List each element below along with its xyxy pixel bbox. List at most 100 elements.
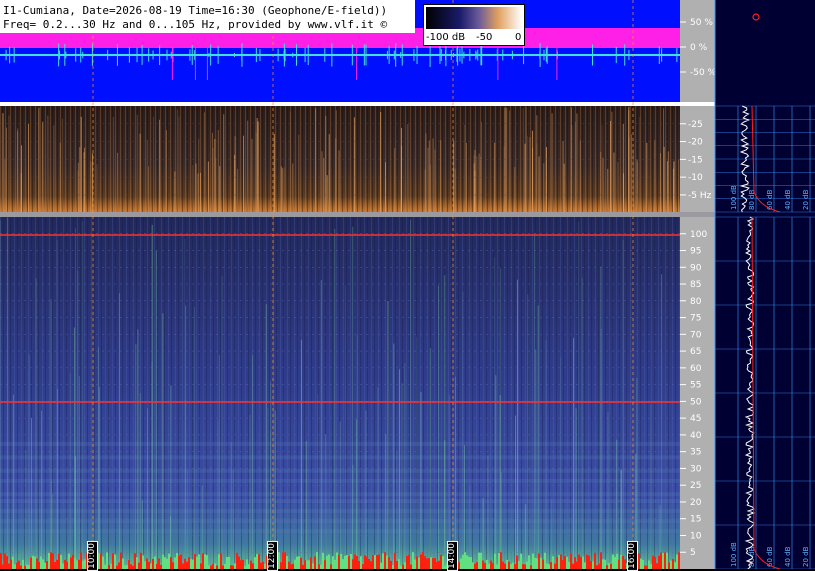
main-bottom-noise bbox=[380, 562, 382, 569]
main-bottom-noise bbox=[234, 563, 236, 569]
main-tick-label: 75 bbox=[690, 314, 701, 324]
main-bottom-noise bbox=[646, 565, 648, 569]
main-bottom-noise bbox=[420, 554, 422, 569]
main-bottom-noise bbox=[676, 554, 678, 569]
main-bottom-noise bbox=[102, 556, 104, 569]
main-bottom-noise bbox=[278, 552, 280, 569]
main-spectrogram-bottom-noise bbox=[0, 552, 680, 569]
main-bottom-noise bbox=[200, 563, 202, 569]
main-bottom-noise bbox=[264, 564, 266, 569]
main-bottom-noise bbox=[284, 552, 286, 569]
side-tick-label: 80 dB bbox=[748, 189, 756, 210]
side-panel-background bbox=[715, 0, 815, 569]
main-bottom-noise bbox=[570, 553, 572, 569]
main-bottom-noise bbox=[430, 557, 432, 569]
main-bottom-noise bbox=[578, 554, 580, 569]
main-bottom-noise bbox=[462, 554, 464, 569]
main-bottom-noise bbox=[288, 561, 290, 569]
main-bottom-noise bbox=[620, 554, 622, 569]
main-bottom-noise bbox=[172, 562, 174, 569]
main-bottom-noise bbox=[48, 552, 50, 569]
scale-label-mid: -50 bbox=[476, 32, 493, 43]
main-tick-label: 80 bbox=[690, 297, 702, 307]
main-bottom-noise bbox=[512, 562, 514, 569]
main-bottom-noise bbox=[466, 555, 468, 569]
main-bottom-noise bbox=[406, 555, 408, 569]
header-line-2: Freq= 0.2...30 Hz and 0...105 Hz, provid… bbox=[3, 18, 388, 31]
main-tick-label: 85 bbox=[690, 280, 701, 290]
time-label-1200: 12:00 bbox=[267, 541, 278, 571]
main-bottom-noise bbox=[34, 556, 36, 569]
main-bottom-noise bbox=[36, 558, 38, 569]
main-bottom-noise bbox=[666, 552, 668, 569]
main-bottom-noise bbox=[426, 558, 428, 569]
main-bottom-noise bbox=[526, 561, 528, 569]
main-bottom-noise bbox=[412, 552, 414, 569]
header-box: I1-Cumiana, Date=2026-08-19 Time=16:30 (… bbox=[0, 0, 415, 33]
main-bottom-noise bbox=[648, 560, 650, 569]
main-bottom-noise bbox=[326, 555, 328, 569]
main-bottom-noise bbox=[12, 556, 14, 569]
main-bottom-noise bbox=[616, 553, 618, 569]
main-bottom-noise bbox=[524, 564, 526, 569]
main-bottom-noise bbox=[66, 561, 68, 569]
main-bottom-noise bbox=[600, 552, 602, 569]
main-bottom-noise bbox=[394, 552, 396, 569]
main-tick-label: 30 bbox=[690, 464, 702, 474]
main-bottom-noise bbox=[144, 561, 146, 569]
main-bottom-noise bbox=[492, 563, 494, 569]
main-bottom-noise bbox=[78, 559, 80, 569]
main-bottom-noise bbox=[428, 558, 430, 569]
amplitude-tick-label: 0 % bbox=[690, 43, 708, 53]
main-bottom-noise bbox=[522, 564, 524, 569]
main-bottom-noise bbox=[398, 559, 400, 569]
main-bottom-noise bbox=[638, 553, 640, 569]
main-bottom-noise bbox=[118, 562, 120, 569]
main-bottom-noise bbox=[614, 556, 616, 569]
main-bottom-noise bbox=[518, 560, 520, 569]
main-bottom-noise bbox=[372, 555, 374, 569]
side-tick-label: 40 dB bbox=[784, 546, 792, 567]
main-bottom-noise bbox=[202, 553, 204, 569]
main-bottom-noise bbox=[608, 563, 610, 569]
main-bottom-noise bbox=[4, 553, 6, 569]
side-tick-label: 100 dB bbox=[730, 185, 738, 210]
main-bottom-noise bbox=[302, 564, 304, 569]
main-bottom-noise bbox=[384, 552, 386, 569]
main-tick-label: 50 bbox=[690, 397, 702, 407]
time-label-1000: 10:00 bbox=[87, 541, 98, 571]
main-bottom-noise bbox=[38, 562, 40, 569]
main-bottom-noise bbox=[566, 556, 568, 569]
main-bottom-noise bbox=[528, 555, 530, 569]
main-bottom-noise bbox=[530, 565, 532, 569]
side-tick-label: 20 dB bbox=[802, 189, 810, 210]
main-bottom-noise bbox=[114, 554, 116, 569]
scale-label-max: 0 bbox=[515, 32, 522, 43]
low-frequency-spectrogram bbox=[0, 106, 680, 212]
main-bottom-noise bbox=[68, 553, 70, 569]
main-bottom-noise bbox=[602, 559, 604, 569]
main-bottom-noise bbox=[476, 562, 478, 569]
main-bottom-noise bbox=[174, 557, 176, 569]
main-bottom-noise bbox=[376, 554, 378, 569]
main-bottom-noise bbox=[396, 560, 398, 569]
main-bottom-noise bbox=[222, 565, 224, 569]
main-bottom-noise bbox=[306, 560, 308, 569]
main-tick-label: 10 bbox=[690, 531, 702, 541]
main-bottom-noise bbox=[442, 556, 444, 569]
main-bottom-noise bbox=[204, 554, 206, 569]
panel-separator bbox=[0, 102, 715, 106]
main-bottom-noise bbox=[366, 556, 368, 569]
main-bottom-noise bbox=[418, 557, 420, 569]
main-bottom-noise bbox=[56, 559, 58, 569]
main-bottom-noise bbox=[100, 553, 102, 569]
main-bottom-noise bbox=[576, 561, 578, 569]
main-bottom-noise bbox=[510, 564, 512, 569]
main-bottom-noise bbox=[308, 560, 310, 569]
main-bottom-noise bbox=[310, 557, 312, 569]
main-bottom-noise bbox=[216, 565, 218, 569]
main-bottom-noise bbox=[350, 554, 352, 569]
main-bottom-noise bbox=[554, 563, 556, 569]
main-bottom-noise bbox=[260, 562, 262, 569]
main-bottom-noise bbox=[214, 563, 216, 569]
